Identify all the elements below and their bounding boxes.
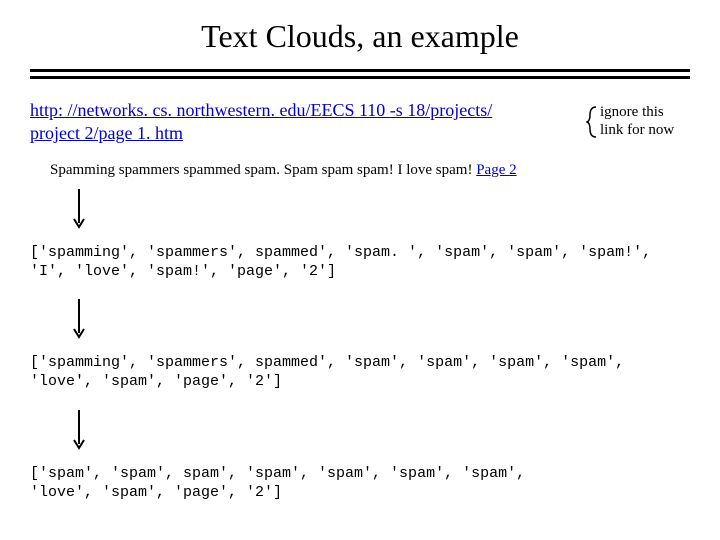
source-url-line1[interactable]: http: //networks. cs. northwestern. edu/… <box>30 100 492 120</box>
example-sentence: Spamming spammers spammed spam. Spam spa… <box>50 162 690 179</box>
token-list-2: ['spamming', 'spammers', spammed', 'spam… <box>30 354 690 392</box>
token-list-3: ['spam', 'spam', spam', 'spam', 'spam', … <box>30 465 690 503</box>
slide-title: Text Clouds, an example <box>30 18 690 55</box>
arrow-down-icon <box>72 297 86 341</box>
divider-bottom <box>30 76 690 79</box>
divider-top <box>30 69 690 72</box>
sentence-text: Spamming spammers spammed spam. Spam spa… <box>50 162 476 178</box>
source-url-line2[interactable]: project 2/page 1. htm <box>30 123 183 143</box>
annotation-line2: link for now <box>600 122 674 138</box>
annotation-line1: ignore this <box>600 104 664 120</box>
annotation: ignore this link for now <box>600 103 710 139</box>
url-block: http: //networks. cs. northwestern. edu/… <box>30 99 690 146</box>
arrow-down-icon <box>72 187 86 231</box>
page2-link[interactable]: Page 2 <box>476 162 516 178</box>
token-list-1: ['spamming', 'spammers', spammed', 'spam… <box>30 244 690 282</box>
arrow-down-icon <box>72 408 86 452</box>
brace-icon <box>586 105 600 139</box>
